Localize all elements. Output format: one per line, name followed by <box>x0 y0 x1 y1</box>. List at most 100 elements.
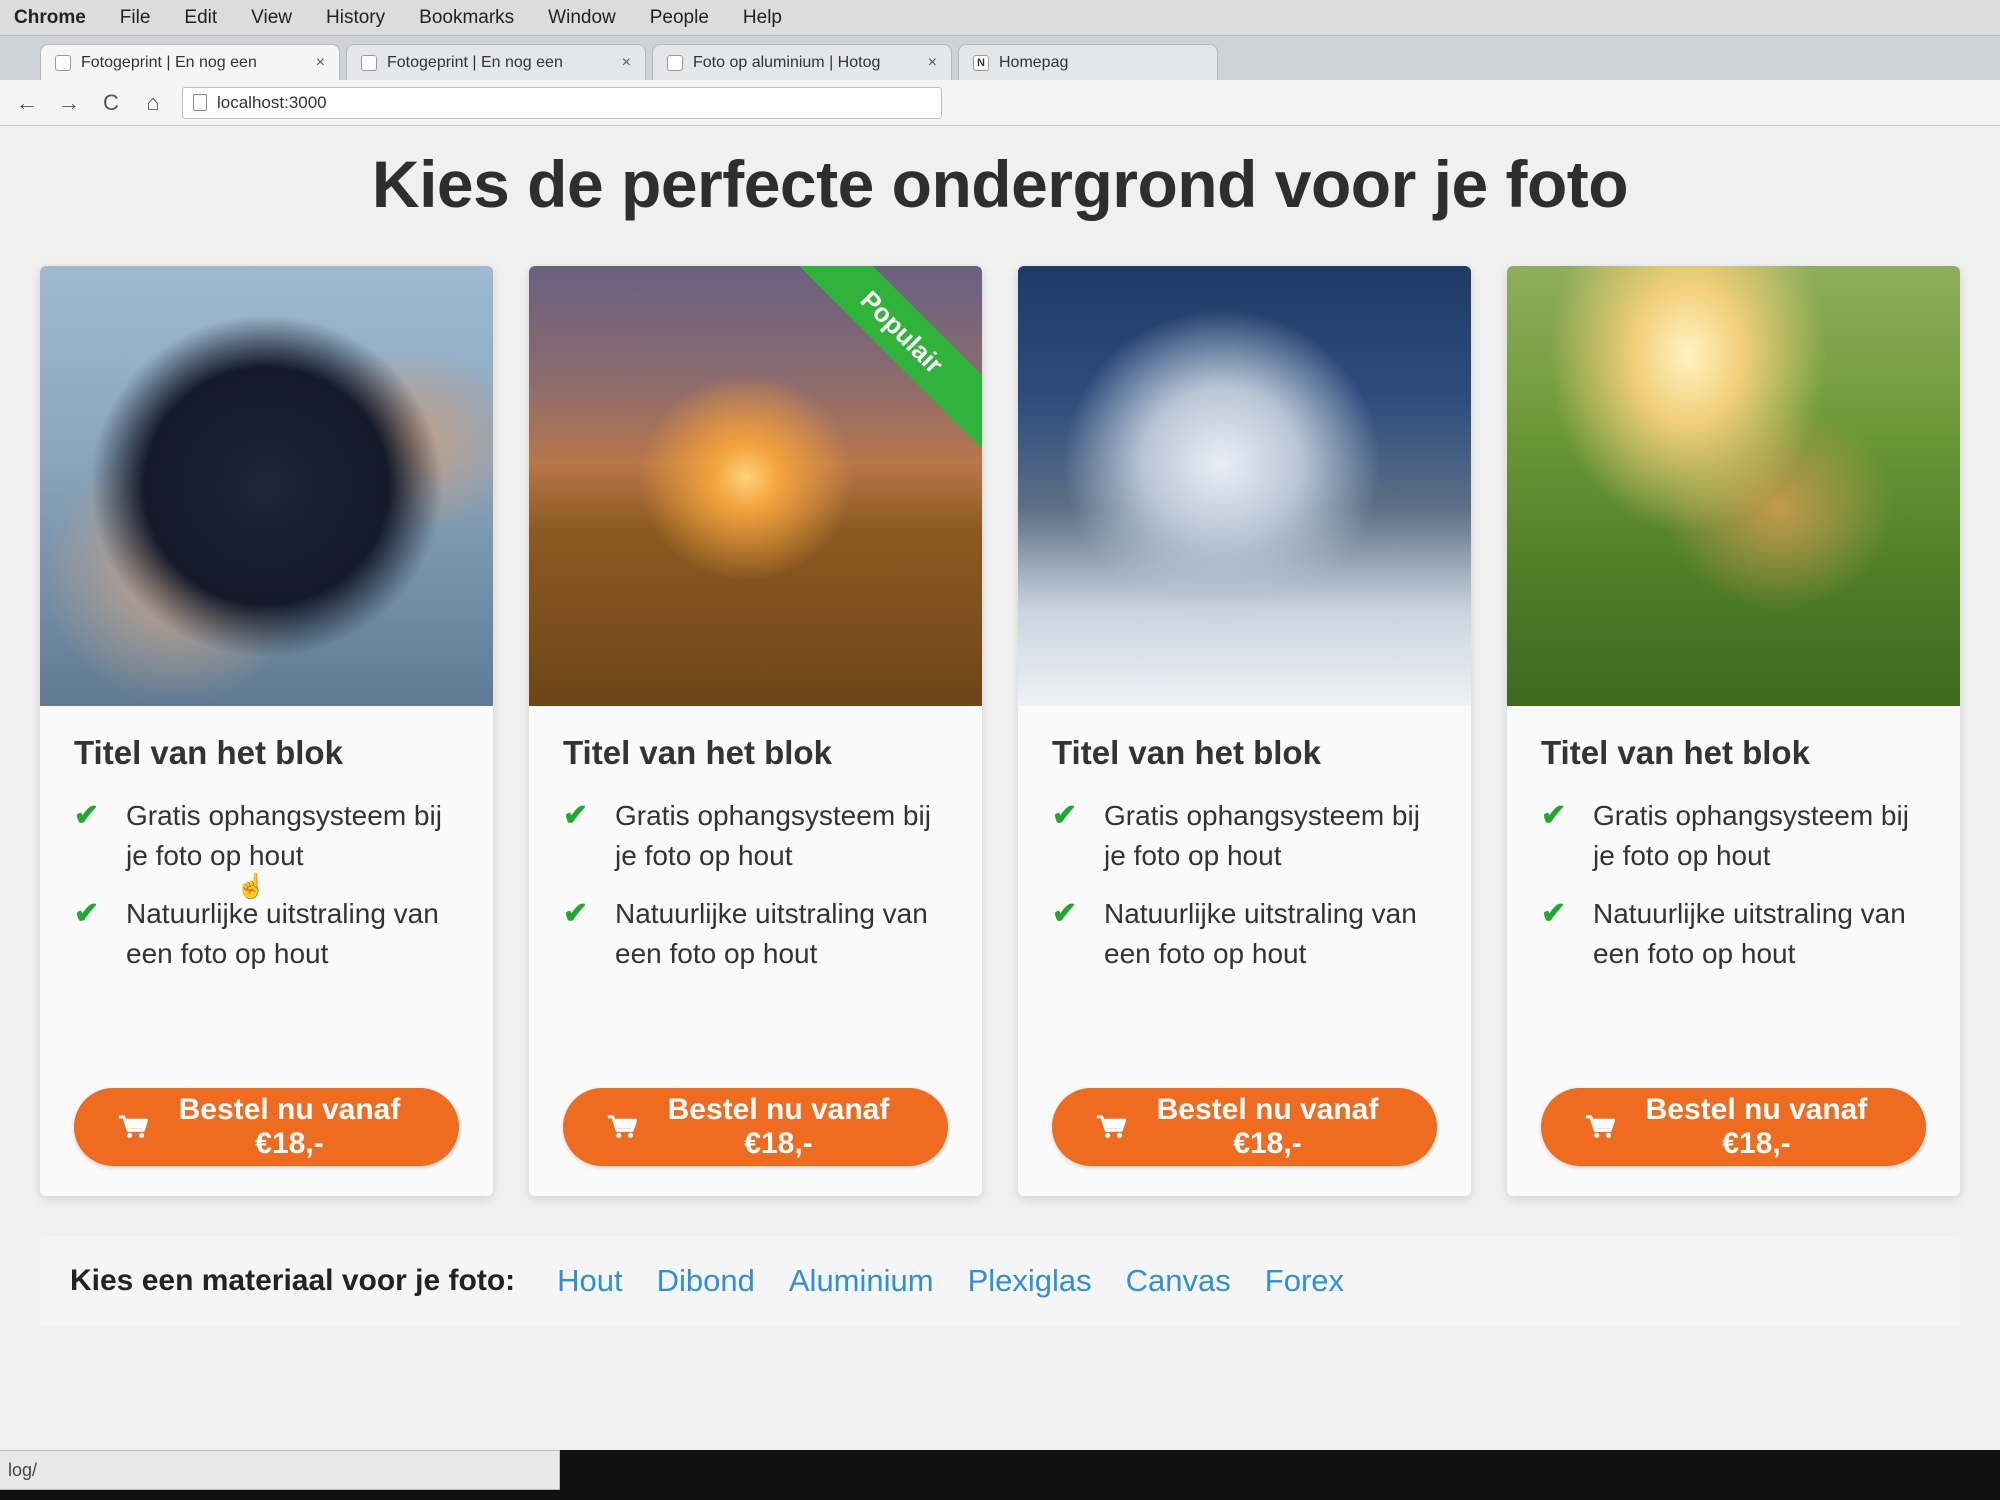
feature-text: Gratis ophangsysteem bij je foto op hout <box>126 800 442 871</box>
feature-item: ✔ Natuurlijke uitstraling van een foto op… <box>1052 894 1437 974</box>
card-title: Titel van het blok <box>74 734 343 771</box>
card-photo <box>40 266 493 706</box>
page-viewport: Kies de perfecte ondergrond voor je foto… <box>0 126 2000 1450</box>
n-logo-favicon-icon: N <box>973 54 989 71</box>
tab-title: Fotogeprint | En nog een <box>81 53 257 71</box>
order-button[interactable]: Bestel nu vanaf €18,- <box>74 1088 459 1166</box>
material-label: Kies een materiaal voor je foto: <box>70 1264 516 1297</box>
order-button-label: Bestel nu vanaf €18,- <box>667 1093 890 1160</box>
feature-text: Gratis ophangsysteem bij je foto op hout <box>615 800 931 871</box>
material-link-dibond[interactable]: Dibond <box>657 1263 755 1299</box>
card-body: Titel van het blok ✔ Gratis ophangsysteem… <box>40 706 493 1196</box>
order-button[interactable]: Bestel nu vanaf €18,- <box>563 1088 948 1166</box>
check-icon: ✔ <box>74 799 100 832</box>
menu-window[interactable]: Window <box>548 7 616 29</box>
card-title: Titel van het blok <box>1052 734 1321 771</box>
check-icon: ✔ <box>1052 897 1078 930</box>
back-icon[interactable]: ← <box>14 90 40 116</box>
menu-app-name[interactable]: Chrome <box>14 7 86 29</box>
menu-file[interactable]: File <box>120 7 151 29</box>
feature-item: ✔ Natuurlijke uitstraling van een foto op… <box>563 894 948 974</box>
card-title: Titel van het blok <box>563 734 832 771</box>
product-card: Titel van het blok ✔ Gratis ophangsysteem… <box>40 266 493 1196</box>
card-photo: Populair <box>529 266 982 706</box>
menu-history[interactable]: History <box>326 7 385 29</box>
reload-icon[interactable]: C <box>98 90 124 116</box>
product-card: Titel van het blok ✔ Gratis ophangsysteem… <box>1018 266 1471 1196</box>
tab-close-icon[interactable]: × <box>928 54 937 72</box>
menu-help[interactable]: Help <box>743 7 782 29</box>
feature-list: ✔ Gratis ophangsysteem bij je foto op hou… <box>1052 796 1437 992</box>
card-body: Titel van het blok ✔ Gratis ophangsysteem… <box>1018 706 1471 1196</box>
product-card: Titel van het blok ✔ Gratis ophangsysteem… <box>1507 266 1960 1196</box>
card-body: Titel van het blok ✔ Gratis ophangsysteem… <box>529 706 982 1196</box>
material-link-aluminium[interactable]: Aluminium <box>789 1263 934 1299</box>
order-button-label: Bestel nu vanaf €18,- <box>1156 1093 1379 1160</box>
feature-item: ✔ Gratis ophangsysteem bij je foto op hou… <box>74 796 459 876</box>
browser-tab-3[interactable]: Foto op aluminium | Hotog × <box>652 44 952 80</box>
page-favicon-icon <box>667 54 683 71</box>
card-photo <box>1018 266 1471 706</box>
tab-title: Fotogeprint | En nog een <box>387 53 563 71</box>
menu-people[interactable]: People <box>650 7 709 29</box>
hand-cursor-icon: ☝ <box>236 873 266 900</box>
page-favicon-icon <box>55 54 71 71</box>
feature-list: ✔ Gratis ophangsysteem bij je foto op hou… <box>1541 796 1926 992</box>
feature-list: ✔ Gratis ophangsysteem bij je foto op hou… <box>74 796 459 992</box>
feature-item: ✔ Natuurlijke uitstraling van een foto op… <box>74 894 459 974</box>
feature-text: Gratis ophangsysteem bij je foto op hout <box>1593 800 1909 871</box>
product-card: Populair Titel van het blok ✔ Gratis opha… <box>529 266 982 1196</box>
check-icon: ✔ <box>1541 897 1567 930</box>
material-selector: Kies een materiaal voor je foto: Hout Di… <box>40 1236 1960 1326</box>
order-button[interactable]: Bestel nu vanaf €18,- <box>1052 1088 1437 1166</box>
product-cards: Titel van het blok ✔ Gratis ophangsysteem… <box>40 266 1960 1196</box>
check-icon: ✔ <box>1052 799 1078 832</box>
feature-list: ✔ Gratis ophangsysteem bij je foto op hou… <box>563 796 948 992</box>
cart-icon <box>1585 1115 1616 1138</box>
feature-text: Natuurlijke uitstraling van een foto op … <box>615 898 928 969</box>
feature-item: ✔ Natuurlijke uitstraling van een foto op… <box>1541 894 1926 974</box>
page-favicon-icon <box>361 54 377 71</box>
material-link-plexiglas[interactable]: Plexiglas <box>968 1263 1092 1299</box>
browser-toolbar: ← → C ⌂ localhost:3000 <box>0 80 2000 126</box>
cart-icon <box>607 1115 638 1138</box>
tab-close-icon[interactable]: × <box>316 54 325 72</box>
page-icon <box>193 94 207 111</box>
feature-item: ✔ Gratis ophangsysteem bij je foto op hou… <box>1052 796 1437 876</box>
feature-text: Gratis ophangsysteem bij je foto op hout <box>1104 800 1420 871</box>
feature-item: ✔ Gratis ophangsysteem bij je foto op hou… <box>1541 796 1926 876</box>
material-link-forex[interactable]: Forex <box>1265 1263 1344 1299</box>
card-title: Titel van het blok <box>1541 734 1810 771</box>
check-icon: ✔ <box>563 799 589 832</box>
card-body: Titel van het blok ✔ Gratis ophangsysteem… <box>1507 706 1960 1196</box>
home-icon[interactable]: ⌂ <box>140 90 166 116</box>
check-icon: ✔ <box>563 897 589 930</box>
material-link-hout[interactable]: Hout <box>557 1263 622 1299</box>
tab-close-icon[interactable]: × <box>622 54 631 72</box>
order-button-label: Bestel nu vanaf €18,- <box>1645 1093 1868 1160</box>
page-headline: Kies de perfecte ondergrond voor je foto <box>371 147 1629 221</box>
check-icon: ✔ <box>1541 799 1567 832</box>
cart-icon <box>1096 1115 1127 1138</box>
menu-edit[interactable]: Edit <box>184 7 217 29</box>
menu-bookmarks[interactable]: Bookmarks <box>419 7 514 29</box>
feature-text: Natuurlijke uitstraling van een foto op … <box>1593 898 1906 969</box>
material-link-canvas[interactable]: Canvas <box>1126 1263 1231 1299</box>
menu-bar: Chrome File Edit View History Bookmarks … <box>0 0 2000 36</box>
browser-tab-1[interactable]: Fotogeprint | En nog een × <box>40 44 340 80</box>
browser-tab-2[interactable]: Fotogeprint | En nog een × <box>346 44 646 80</box>
tab-bar: Fotogeprint | En nog een × Fotogeprint |… <box>0 36 2000 80</box>
tab-title: Foto op aluminium | Hotog <box>693 53 881 71</box>
feature-item: ✔ Gratis ophangsysteem bij je foto op hou… <box>563 796 948 876</box>
address-bar[interactable]: localhost:3000 <box>182 86 942 119</box>
forward-icon[interactable]: → <box>56 90 82 116</box>
menu-view[interactable]: View <box>251 7 292 29</box>
popular-ribbon: Populair <box>777 266 982 457</box>
feature-text: Natuurlijke uitstraling van een foto op … <box>126 898 439 969</box>
check-icon: ✔ <box>74 897 100 930</box>
tab-title: Homepag <box>999 53 1069 71</box>
card-photo <box>1507 266 1960 706</box>
browser-tab-4[interactable]: N Homepag <box>958 44 1218 80</box>
order-button[interactable]: Bestel nu vanaf €18,- <box>1541 1088 1926 1166</box>
feature-text: Natuurlijke uitstraling van een foto op … <box>1104 898 1417 969</box>
